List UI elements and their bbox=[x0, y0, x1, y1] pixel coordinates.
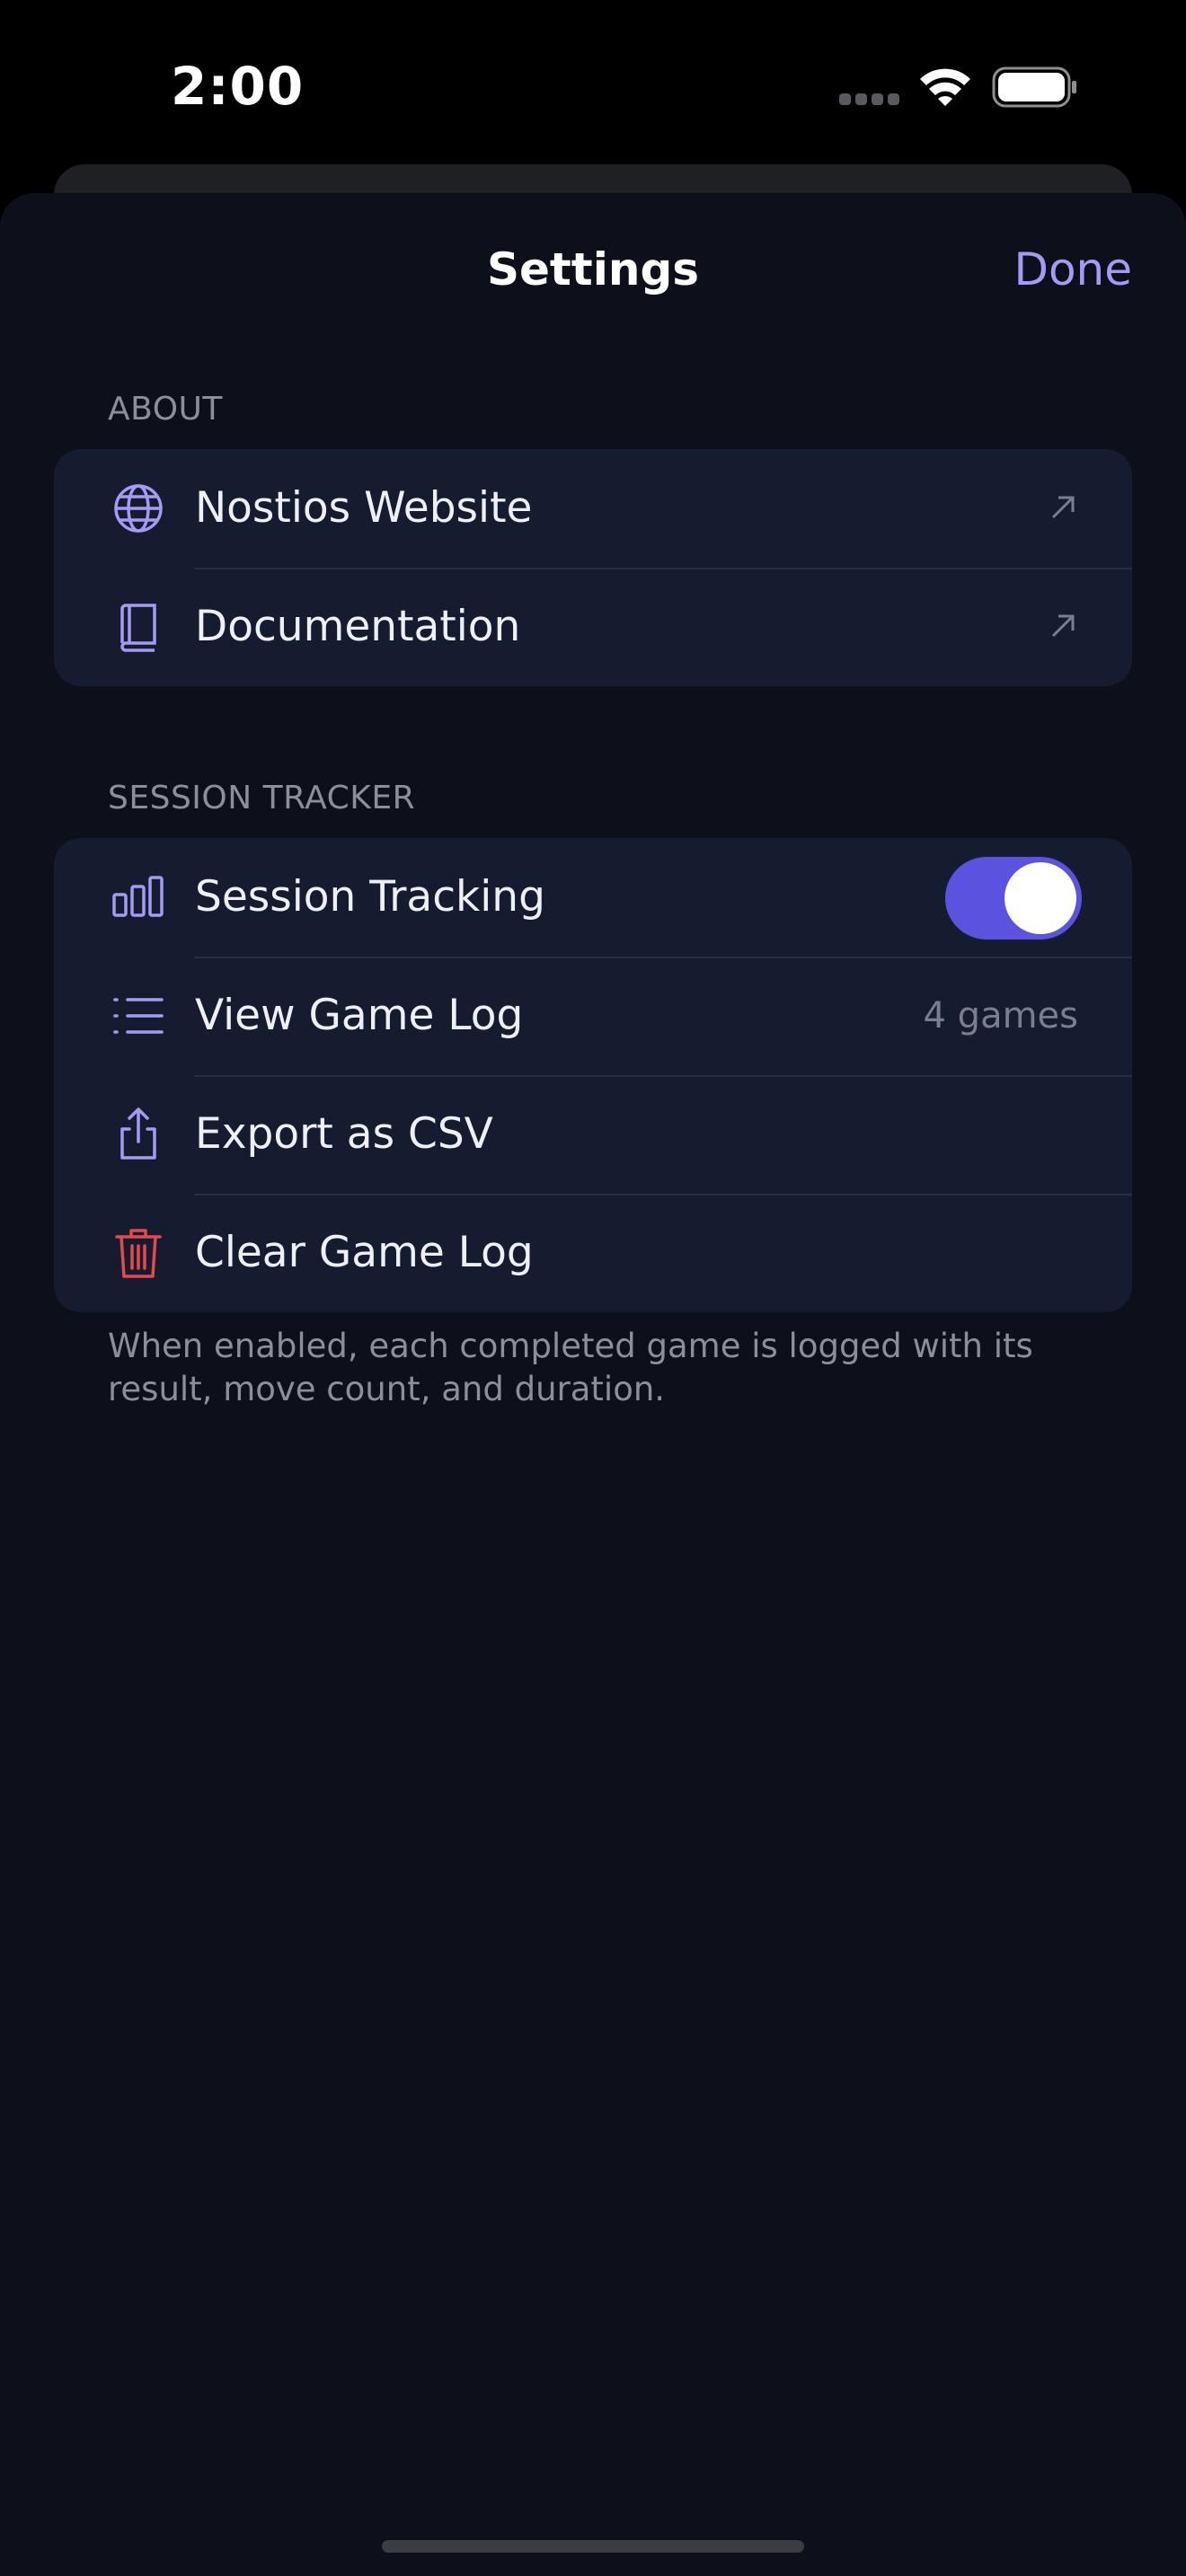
game-count-value: 4 games bbox=[923, 995, 1078, 1037]
external-link-icon bbox=[1051, 496, 1075, 519]
external-link-icon bbox=[1051, 614, 1075, 638]
session-tracking-toggle[interactable] bbox=[945, 857, 1082, 940]
status-time: 2:00 bbox=[171, 56, 305, 117]
wifi-icon bbox=[920, 68, 970, 106]
share-icon bbox=[120, 1107, 156, 1160]
row-label: Session Tracking bbox=[195, 872, 545, 922]
row-clear-game-log[interactable]: Clear Game Log bbox=[54, 1194, 1132, 1312]
book-icon bbox=[120, 604, 156, 652]
row-session-tracking: Session Tracking bbox=[54, 838, 1132, 957]
settings-sheet: Settings Done ABOUT Nostios Website Docu… bbox=[0, 193, 1186, 2576]
trash-icon bbox=[115, 1229, 162, 1278]
cellular-signal-icon bbox=[839, 93, 900, 106]
section-header-session-tracker: SESSION TRACKER bbox=[108, 780, 416, 816]
row-view-game-log[interactable]: View Game Log 4 games bbox=[54, 957, 1132, 1075]
row-label: Clear Game Log bbox=[195, 1228, 534, 1277]
battery-icon bbox=[992, 66, 1076, 108]
about-group: Nostios Website Documentation bbox=[54, 449, 1132, 686]
row-label: Export as CSV bbox=[195, 1109, 493, 1159]
row-label: View Game Log bbox=[195, 991, 524, 1040]
session-tracker-group: Session Tracking View Game Log 4 games E… bbox=[54, 838, 1132, 1312]
globe-icon bbox=[114, 484, 163, 533]
list-icon bbox=[113, 998, 164, 1034]
row-documentation[interactable]: Documentation bbox=[54, 568, 1132, 686]
row-export-csv[interactable]: Export as CSV bbox=[54, 1075, 1132, 1194]
row-label: Nostios Website bbox=[195, 483, 533, 533]
section-header-about: ABOUT bbox=[108, 391, 223, 428]
bar-chart-icon bbox=[112, 876, 164, 917]
status-bar: 2:00 bbox=[0, 0, 1186, 171]
row-label: Documentation bbox=[195, 602, 521, 651]
section-footer-note: When enabled, each completed game is log… bbox=[108, 1327, 1033, 1408]
row-nostios-website[interactable]: Nostios Website bbox=[54, 449, 1132, 568]
done-button[interactable]: Done bbox=[1013, 243, 1132, 296]
page-title: Settings bbox=[486, 243, 699, 296]
toggle-knob bbox=[1005, 862, 1076, 934]
home-indicator bbox=[382, 2540, 804, 2553]
